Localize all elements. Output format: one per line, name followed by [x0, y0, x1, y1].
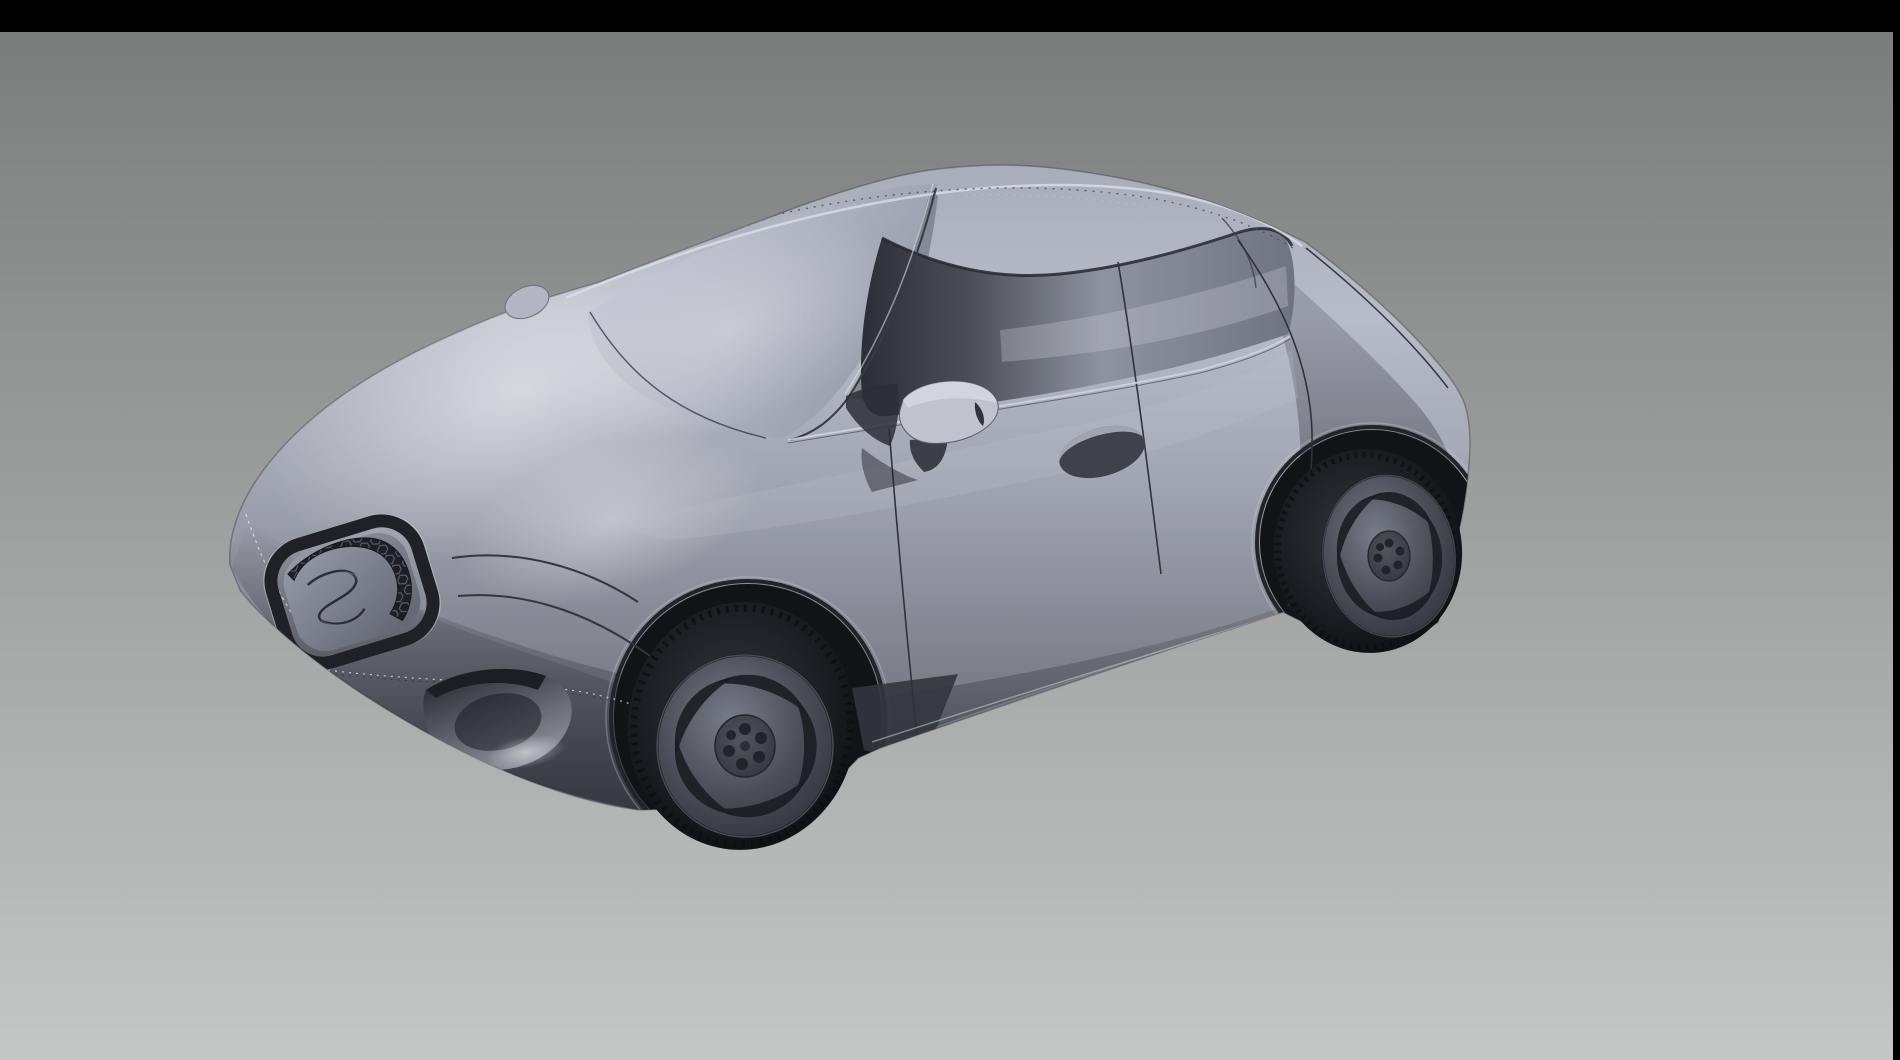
letterbox-top-bar — [0, 0, 1900, 32]
render-stage — [0, 0, 1900, 1060]
car-render-scene — [0, 0, 1900, 1060]
letterbox-right-bar — [1893, 0, 1900, 1060]
front-center-cap — [740, 741, 750, 751]
